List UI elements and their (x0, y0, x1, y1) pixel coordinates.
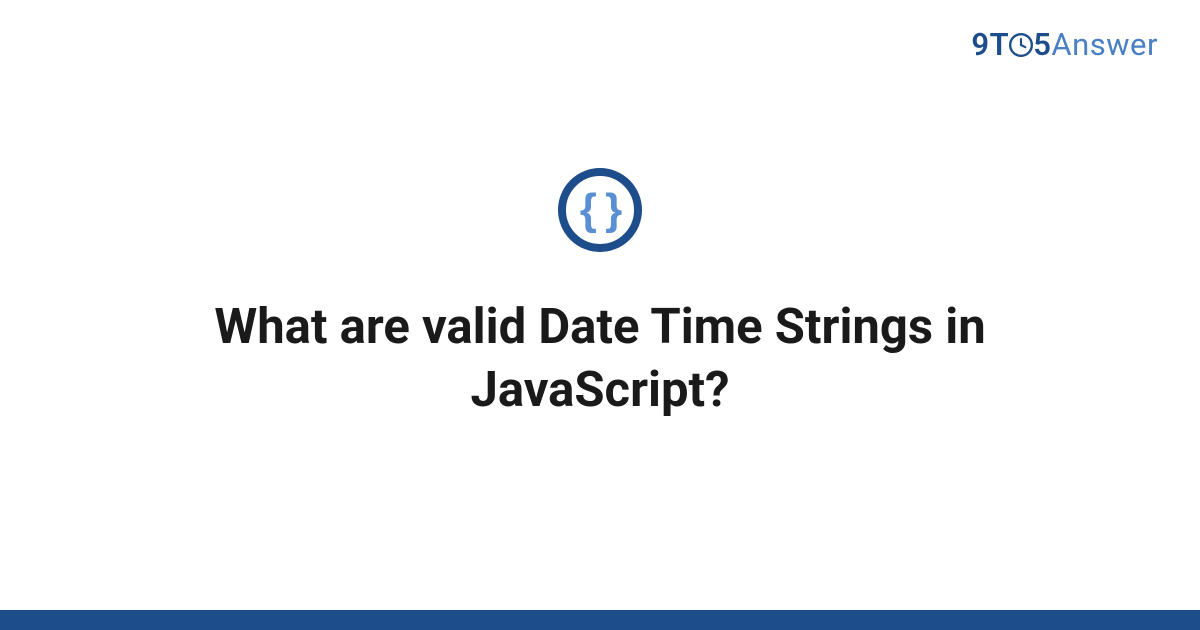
main-content: { } What are valid Date Time Strings in … (0, 0, 1200, 630)
braces-glyph: { } (580, 188, 620, 232)
footer-accent-bar (0, 610, 1200, 630)
code-braces-icon: { } (558, 168, 642, 252)
page-title: What are valid Date Time Strings in Java… (100, 296, 1100, 421)
